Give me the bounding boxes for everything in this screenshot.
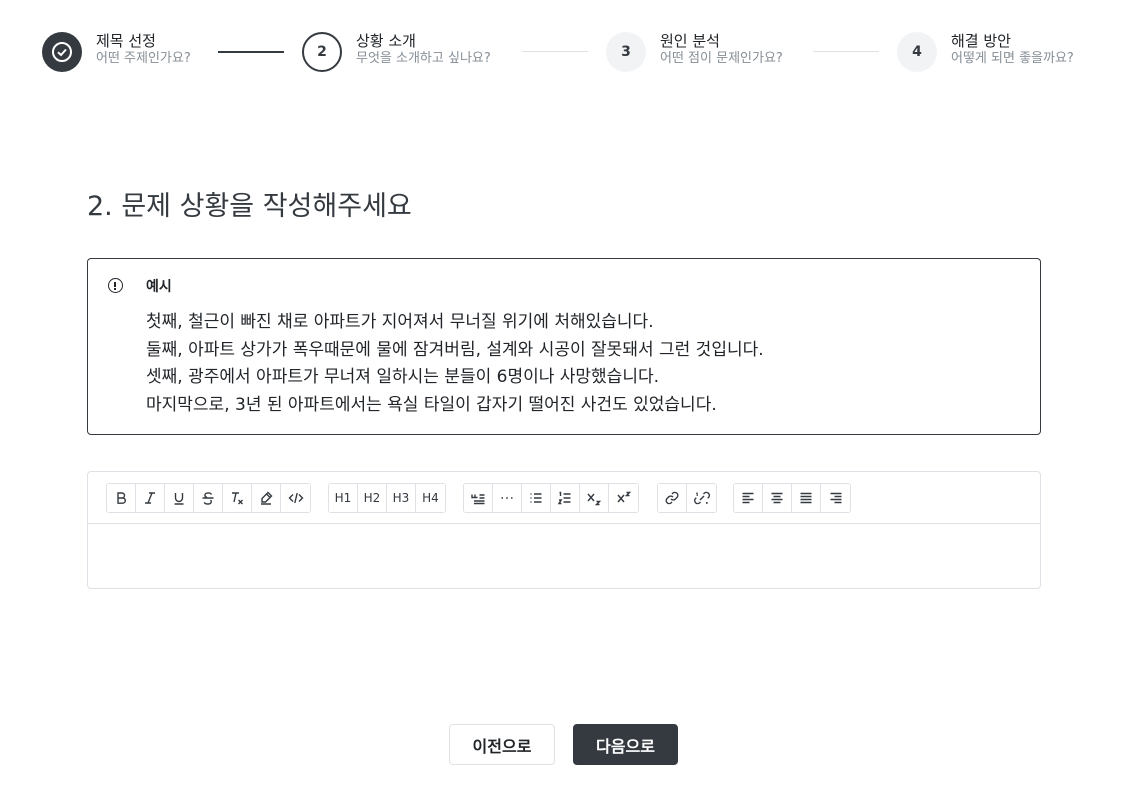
heading-group: H1 H2 H3 H4: [328, 483, 446, 513]
step-1-title: 제목 선정: [96, 32, 156, 50]
page-title: 2. 문제 상황을 작성해주세요: [87, 191, 412, 222]
code-icon[interactable]: [281, 484, 310, 512]
underline-icon[interactable]: [165, 484, 194, 512]
step-2-title: 상황 소개: [356, 32, 416, 50]
example-line: 마지막으로, 3년 된 아파트에서는 욕실 타일이 갑자기 떨어진 사건도 있었…: [146, 395, 717, 416]
align-left-icon[interactable]: [734, 484, 763, 512]
example-box: 예시 첫째, 철근이 빠진 채로 아파트가 지어져서 무너질 위기에 처해있습니…: [87, 258, 1041, 435]
superscript-icon[interactable]: [609, 484, 638, 512]
editor-toolbar: H1 H2 H3 H4: [88, 472, 1040, 524]
rich-text-editor: H1 H2 H3 H4: [87, 471, 1041, 589]
step-4-subtitle: 어떻게 되면 좋을까요?: [951, 51, 1074, 66]
heading-4-button[interactable]: H4: [416, 484, 445, 512]
heading-3-label: H3: [392, 491, 410, 505]
example-line: 첫째, 철근이 빠진 채로 아파트가 지어져서 무너질 위기에 처해있습니다.: [146, 312, 654, 332]
bold-icon[interactable]: [107, 484, 136, 512]
step-3[interactable]: 3 원인 분석 어떤 점이 문제인가요?: [606, 32, 806, 74]
unlink-icon[interactable]: [687, 484, 716, 512]
bullet-list-icon[interactable]: [522, 484, 551, 512]
step-1-subtitle: 어떤 주제인가요?: [96, 51, 191, 66]
example-label: 예시: [146, 279, 172, 295]
info-icon: [108, 278, 123, 293]
step-4[interactable]: 4 해결 방안 어떻게 되면 좋을까요?: [897, 32, 1097, 74]
example-line: 셋째, 광주에서 아파트가 무너져 일하시는 분들이 6명이나 사망했습니다.: [146, 367, 660, 388]
link-icon[interactable]: [658, 484, 687, 512]
heading-2-button[interactable]: H2: [358, 484, 387, 512]
step-connector-2: [522, 51, 588, 52]
step-3-number: 3: [606, 32, 646, 72]
example-list: 첫째, 철근이 빠진 채로 아파트가 지어져서 무너질 위기에 처해있습니다. …: [146, 309, 764, 420]
subscript-icon[interactable]: [580, 484, 609, 512]
next-button[interactable]: 다음으로: [573, 724, 678, 765]
step-1[interactable]: 제목 선정 어떤 주제인가요?: [42, 32, 212, 74]
clear-format-icon[interactable]: [223, 484, 252, 512]
heading-3-button[interactable]: H3: [387, 484, 416, 512]
step-2-subtitle: 무엇을 소개하고 싶나요?: [356, 51, 491, 66]
step-3-title: 원인 분석: [660, 32, 720, 50]
step-connector-1: [218, 51, 284, 53]
align-center-icon[interactable]: [763, 484, 792, 512]
heading-2-label: H2: [363, 491, 381, 505]
strikethrough-icon[interactable]: [194, 484, 223, 512]
prev-button[interactable]: 이전으로: [449, 724, 555, 765]
step-4-number: 4: [897, 32, 937, 72]
example-line: 둘째, 아파트 상가가 폭우때문에 물에 잠겨버림, 설계와 시공이 잘못돼서 …: [146, 339, 764, 360]
step-2-number: 2: [302, 32, 342, 72]
align-right-icon[interactable]: [821, 484, 850, 512]
heading-4-label: H4: [422, 491, 439, 505]
step-2[interactable]: 2 상황 소개 무엇을 소개하고 싶나요?: [302, 32, 512, 74]
blockquote-icon[interactable]: [464, 484, 493, 512]
ordered-list-icon[interactable]: [551, 484, 580, 512]
step-connector-3: [813, 51, 879, 52]
link-group: [657, 483, 717, 513]
horizontal-rule-icon[interactable]: [493, 484, 522, 512]
block-group: [463, 483, 639, 513]
step-3-subtitle: 어떤 점이 문제인가요?: [660, 51, 783, 66]
editor-content-area[interactable]: [88, 525, 1040, 588]
highlight-icon[interactable]: [252, 484, 281, 512]
italic-icon[interactable]: [136, 484, 165, 512]
format-group: [106, 483, 311, 513]
align-group: [733, 483, 851, 513]
align-justify-icon[interactable]: [792, 484, 821, 512]
step-4-title: 해결 방안: [951, 32, 1011, 50]
heading-1-button[interactable]: H1: [329, 484, 358, 512]
check-circle-icon: [42, 32, 82, 72]
progress-stepper: 제목 선정 어떤 주제인가요? 2 상황 소개 무엇을 소개하고 싶나요? 3 …: [0, 0, 1136, 100]
heading-1-label: H1: [334, 491, 352, 505]
